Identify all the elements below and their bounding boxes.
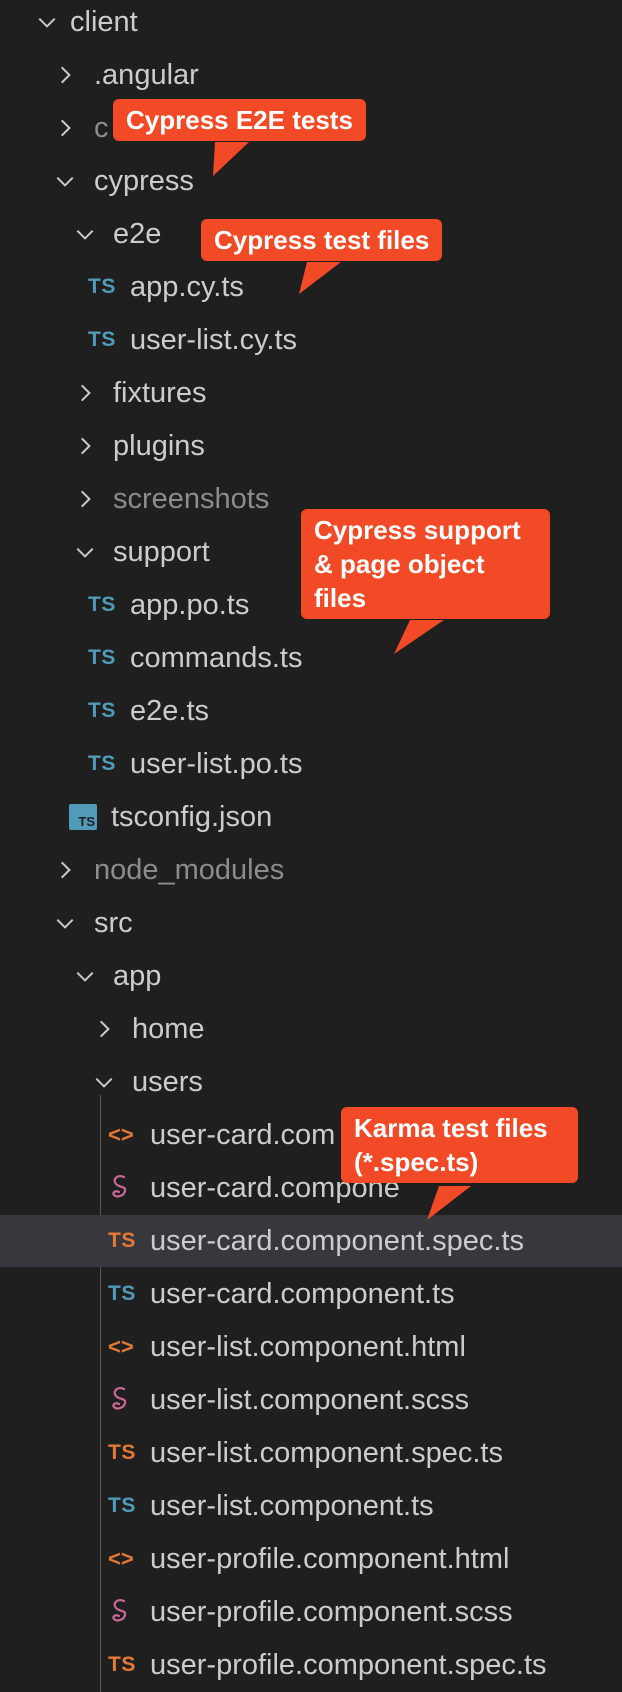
file-user-profile-component-spec-ts[interactable]: TS user-profile.component.spec.ts: [0, 1639, 622, 1691]
chevron-down-icon: [70, 219, 100, 249]
folder-label: support: [113, 535, 210, 568]
callout-pointer: [213, 142, 249, 176]
callout-pointer: [299, 262, 341, 294]
callout-cypress-e2e-tests: Cypress E2E tests: [113, 99, 366, 141]
file-label: app.po.ts: [130, 588, 250, 621]
typescript-icon: TS: [88, 752, 116, 775]
file-label: user-list.component.scss: [150, 1383, 470, 1416]
typescript-icon: TS: [108, 1282, 136, 1305]
typescript-icon: TS: [88, 275, 116, 298]
folder-client[interactable]: client: [0, 0, 622, 48]
folder-label: src: [94, 906, 133, 939]
typescript-icon: TS: [88, 593, 116, 616]
html-icon: <>: [108, 1546, 134, 1571]
tsconfig-icon: TS: [69, 804, 103, 830]
file-label: user-list.component.spec.ts: [150, 1436, 503, 1469]
folder-label: screenshots: [113, 482, 270, 515]
folder-users[interactable]: users: [0, 1056, 622, 1108]
file-user-card-component-ts[interactable]: TS user-card.component.ts: [0, 1268, 622, 1320]
file-label: user-list.component.ts: [150, 1489, 434, 1522]
file-label: user-card.component.ts: [150, 1277, 455, 1310]
file-user-card-component-spec-ts[interactable]: TS user-card.component.spec.ts: [0, 1215, 622, 1267]
typescript-spec-icon: TS: [108, 1653, 136, 1676]
folder-src[interactable]: src: [0, 897, 622, 949]
file-label: tsconfig.json: [111, 800, 273, 833]
typescript-icon: TS: [88, 646, 116, 669]
folder-label: node_modules: [94, 853, 285, 886]
callout-pointer: [427, 1186, 471, 1220]
chevron-right-icon: [89, 1014, 119, 1044]
folder-label: fixtures: [113, 376, 207, 409]
chevron-right-icon: [70, 431, 100, 461]
file-label: commands.ts: [130, 641, 303, 674]
file-explorer-tree: client .angular c cypress e2e TS app.cy.…: [0, 0, 622, 1692]
file-label: user-list.po.ts: [130, 747, 303, 780]
folder-label: plugins: [113, 429, 205, 462]
callout-cypress-test-files: Cypress test files: [201, 219, 443, 261]
folder-label: app: [113, 959, 162, 992]
chevron-down-icon: [70, 961, 100, 991]
callout-cypress-support: Cypress support & page object files: [301, 509, 550, 619]
typescript-spec-icon: TS: [108, 1229, 136, 1252]
chevron-down-icon: [50, 166, 80, 196]
html-icon: <>: [108, 1122, 134, 1147]
folder-home[interactable]: home: [0, 1003, 622, 1055]
file-commands-ts[interactable]: TS commands.ts: [0, 632, 622, 684]
chevron-down-icon: [50, 908, 80, 938]
sass-icon: [108, 1597, 142, 1627]
folder-label: users: [132, 1065, 203, 1098]
callout-pointer: [394, 620, 444, 654]
chevron-right-icon: [50, 60, 80, 90]
chevron-right-icon: [70, 378, 100, 408]
chevron-right-icon: [50, 113, 80, 143]
chevron-down-icon: [32, 7, 62, 37]
folder-label: client: [70, 5, 138, 38]
folder-label: home: [132, 1012, 205, 1045]
typescript-spec-icon: TS: [108, 1441, 136, 1464]
file-label: user-list.cy.ts: [130, 323, 298, 356]
folder-cypress[interactable]: cypress: [0, 155, 622, 207]
file-user-list-cy-ts[interactable]: TS user-list.cy.ts: [0, 314, 622, 366]
file-label: e2e.ts: [130, 694, 209, 727]
file-label: user-profile.component.spec.ts: [150, 1648, 547, 1681]
folder-fixtures[interactable]: fixtures: [0, 367, 622, 419]
callout-karma-test-files: Karma test files (*.spec.ts): [341, 1107, 578, 1183]
file-label: user-list.component.html: [150, 1330, 466, 1363]
chevron-right-icon: [70, 484, 100, 514]
folder-plugins[interactable]: plugins: [0, 420, 622, 472]
sass-icon: [108, 1173, 142, 1203]
folder-label: e2e: [113, 217, 162, 250]
file-user-profile-component-html[interactable]: <> user-profile.component.html: [0, 1533, 622, 1585]
typescript-icon: TS: [108, 1494, 136, 1517]
folder-app[interactable]: app: [0, 950, 622, 1002]
file-user-list-component-ts[interactable]: TS user-list.component.ts: [0, 1480, 622, 1532]
file-tsconfig-json[interactable]: TS tsconfig.json: [0, 791, 622, 843]
file-label: user-profile.component.html: [150, 1542, 510, 1575]
chevron-right-icon: [50, 855, 80, 885]
file-label: user-profile.component.scss: [150, 1595, 513, 1628]
file-user-profile-component-scss[interactable]: user-profile.component.scss: [0, 1586, 622, 1638]
folder-label: .angular: [94, 58, 199, 91]
typescript-icon: TS: [88, 328, 116, 351]
folder-angular[interactable]: .angular: [0, 49, 622, 101]
file-user-list-component-spec-ts[interactable]: TS user-list.component.spec.ts: [0, 1427, 622, 1479]
file-label: user-card.component.spec.ts: [150, 1224, 524, 1257]
file-user-list-po-ts[interactable]: TS user-list.po.ts: [0, 738, 622, 790]
file-user-list-component-html[interactable]: <> user-list.component.html: [0, 1321, 622, 1373]
file-e2e-ts[interactable]: TS e2e.ts: [0, 685, 622, 737]
html-icon: <>: [108, 1334, 134, 1359]
chevron-down-icon: [70, 537, 100, 567]
sass-icon: [108, 1385, 142, 1415]
file-label: user-card.com: [150, 1118, 336, 1151]
typescript-icon: TS: [88, 699, 116, 722]
file-label: app.cy.ts: [130, 270, 244, 303]
folder-label: c: [94, 111, 109, 144]
chevron-down-icon: [89, 1067, 119, 1097]
folder-label: cypress: [94, 164, 194, 197]
file-user-list-component-scss[interactable]: user-list.component.scss: [0, 1374, 622, 1426]
folder-node-modules[interactable]: node_modules: [0, 844, 622, 896]
